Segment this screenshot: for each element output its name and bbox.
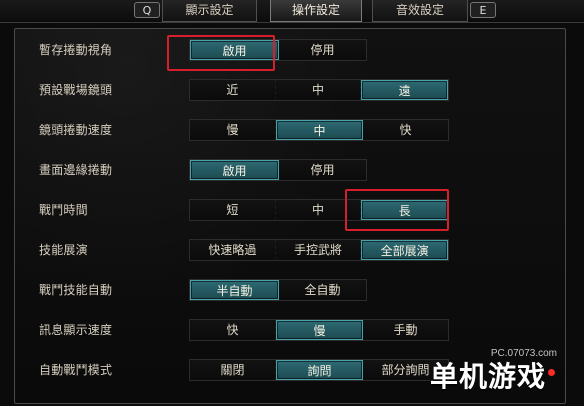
option-disable[interactable]: 停用: [279, 160, 366, 180]
option-ask[interactable]: 詢問: [276, 360, 363, 380]
option-skip-fast[interactable]: 快速略過: [190, 240, 276, 260]
setting-row-skill-performance: 技能展演 快速略過 手控武將 全部展演: [29, 235, 559, 265]
option-mid[interactable]: 中: [275, 80, 362, 100]
tab-sound-settings[interactable]: 音效設定: [372, 0, 468, 22]
option-fast[interactable]: 快: [363, 120, 448, 140]
option-full-auto[interactable]: 全自動: [279, 280, 366, 300]
setting-label: 畫面邊緣捲動: [39, 163, 113, 177]
option-enable[interactable]: 啟用: [190, 40, 279, 60]
watermark-brand: 单机游戏: [430, 355, 555, 395]
setting-options: 慢 中 快: [189, 119, 449, 141]
option-short[interactable]: 短: [190, 200, 276, 220]
tab-control-settings-label: 操作設定: [291, 3, 340, 17]
option-semi-auto[interactable]: 半自動: [190, 280, 279, 300]
tab-display-settings[interactable]: 顯示設定: [162, 0, 257, 22]
setting-label: 自動戰鬥模式: [39, 363, 113, 377]
option-fast[interactable]: 快: [190, 320, 276, 340]
option-long[interactable]: 長: [361, 200, 449, 220]
setting-row-edge-scroll: 畫面邊緣捲動 啟用 停用: [29, 155, 559, 185]
setting-label: 戰鬥時間: [39, 203, 88, 217]
setting-options: 關閉 詢問 部分詢問: [189, 359, 449, 381]
option-mid[interactable]: 中: [275, 200, 362, 220]
tab-display-settings-label: 顯示設定: [185, 3, 234, 17]
setting-options: 近 中 遠: [189, 79, 449, 101]
option-enable[interactable]: 啟用: [190, 160, 279, 180]
tab-sound-settings-label: 音效設定: [395, 3, 444, 17]
setting-options: 啟用 停用: [189, 39, 367, 61]
option-far[interactable]: 遠: [361, 80, 449, 100]
setting-label: 訊息顯示速度: [39, 323, 113, 337]
setting-options: 短 中 長: [189, 199, 449, 221]
option-off[interactable]: 關閉: [190, 360, 276, 380]
option-near[interactable]: 近: [190, 80, 276, 100]
setting-options: 半自動 全自動: [189, 279, 367, 301]
setting-row-camera-scroll-speed: 鏡頭捲動速度 慢 中 快: [29, 115, 559, 145]
setting-label: 戰鬥技能自動: [39, 283, 113, 297]
setting-label: 預設戰場鏡頭: [39, 83, 113, 97]
setting-row-camera-scroll-memory: 暫存捲動視角 啟用 停用: [29, 35, 559, 65]
option-manual[interactable]: 手動: [363, 320, 448, 340]
tab-prev-key[interactable]: Q: [134, 2, 160, 18]
setting-label: 暫存捲動視角: [39, 43, 113, 57]
setting-row-battle-time: 戰鬥時間 短 中 長: [29, 195, 559, 225]
setting-label: 鏡頭捲動速度: [39, 123, 113, 137]
option-slow[interactable]: 慢: [190, 120, 276, 140]
setting-label: 技能展演: [39, 243, 88, 257]
setting-row-message-speed: 訊息顯示速度 快 慢 手動: [29, 315, 559, 345]
control-settings-panel: 暫存捲動視角 啟用 停用 預設戰場鏡頭 近 中 遠 鏡頭捲動速度 慢 中 快 畫…: [14, 28, 566, 404]
option-show-all[interactable]: 全部展演: [361, 240, 449, 260]
tab-next-key[interactable]: E: [470, 2, 496, 18]
option-disable[interactable]: 停用: [279, 40, 366, 60]
watermark-dot-icon: [548, 369, 555, 376]
setting-options: 啟用 停用: [189, 159, 367, 181]
setting-row-default-battle-camera: 預設戰場鏡頭 近 中 遠: [29, 75, 559, 105]
setting-options: 快速略過 手控武將 全部展演: [189, 239, 449, 261]
setting-row-battle-skill-auto: 戰鬥技能自動 半自動 全自動: [29, 275, 559, 305]
tab-control-settings[interactable]: 操作設定: [270, 0, 362, 22]
setting-options: 快 慢 手動: [189, 319, 449, 341]
option-medium[interactable]: 中: [276, 120, 363, 140]
top-tab-bar: Q 顯示設定 操作設定 音效設定 E: [0, 0, 584, 23]
option-manual-general[interactable]: 手控武將: [275, 240, 362, 260]
option-slow[interactable]: 慢: [276, 320, 363, 340]
watermark-brand-text: 单机游戏: [429, 360, 546, 393]
